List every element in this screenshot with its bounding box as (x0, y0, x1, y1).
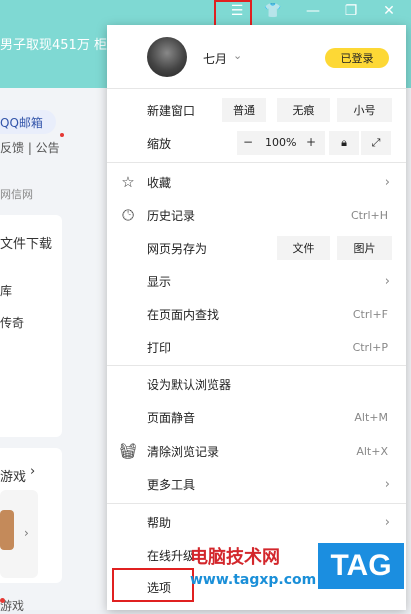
chevron-right-icon: › (384, 476, 390, 492)
divider (107, 88, 406, 89)
divider (107, 365, 406, 366)
mail-chip-label: QQ邮箱 (0, 116, 43, 130)
favorites-label: 收藏 (147, 175, 172, 190)
print-shortcut: Ctrl+P (352, 340, 388, 354)
menu-item-find[interactable]: 在页面内查找 Ctrl+F (107, 298, 406, 330)
more-tools-label: 更多工具 (147, 477, 196, 492)
menu-item-favorites[interactable]: ☆ 收藏 › (107, 166, 406, 198)
history-label: 历史记录 (147, 208, 196, 223)
menu-item-history[interactable]: 🕒︎ 历史记录 Ctrl+H (107, 199, 406, 231)
save-as-label: 网页另存为 (147, 241, 208, 256)
zoom-value: 100% (265, 136, 297, 149)
menu-item-default-browser[interactable]: 设为默认浏览器 (107, 368, 406, 400)
find-shortcut: Ctrl+F (352, 307, 388, 321)
new-window-normal-button[interactable]: 普通 (222, 98, 266, 122)
divider (107, 503, 406, 504)
tag-logo: TAG (318, 543, 404, 589)
mute-shortcut: Alt+M (354, 410, 388, 424)
menu-item-clear-history[interactable]: 🧺︎ 清除浏览记录 Alt+X (107, 435, 406, 467)
basket-icon: 🧺︎ (118, 442, 138, 460)
mail-chip[interactable]: QQ邮箱 (0, 110, 56, 134)
watermark-url: www.tagxp.com (190, 572, 317, 588)
help-label: 帮助 (147, 515, 172, 530)
chevron-right-icon: › (384, 514, 390, 530)
menu-item-display[interactable]: 显示 › (107, 265, 406, 297)
notification-dot (60, 133, 64, 137)
save-file-button[interactable]: 文件 (277, 236, 330, 260)
default-browser-label: 设为默认浏览器 (147, 377, 232, 392)
lock-icon[interactable]: 🔒︎ (329, 131, 359, 155)
download-item-2[interactable]: 传奇 (0, 314, 24, 331)
clear-history-shortcut: Alt+X (356, 444, 388, 458)
games-chevron-icon[interactable]: › (30, 464, 35, 479)
divider (107, 162, 406, 163)
download-card: 文件下载 库 传奇 (0, 215, 62, 437)
close-icon[interactable]: ✕ (374, 0, 404, 22)
star-icon: ☆ (121, 173, 135, 191)
history-shortcut: Ctrl+H (350, 208, 388, 222)
zoom-in-button[interactable]: + (306, 135, 316, 149)
options-highlight (112, 568, 194, 602)
display-label: 显示 (147, 274, 172, 289)
restore-icon[interactable]: ❐ (336, 0, 366, 22)
notification-dot-2 (0, 598, 5, 603)
feedback-links[interactable]: 反馈 | 公告 (0, 139, 60, 156)
games-card: 游戏 › › (0, 448, 62, 583)
new-window-label: 新建窗口 (147, 103, 196, 118)
download-heading[interactable]: 文件下载 (0, 233, 52, 252)
new-window-incognito-button[interactable]: 无痕 (277, 98, 330, 122)
new-window-alt-account-button[interactable]: 小号 (337, 98, 392, 122)
menu-item-help[interactable]: 帮助 › (107, 506, 406, 538)
menu-item-more-tools[interactable]: 更多工具 › (107, 468, 406, 500)
find-label: 在页面内查找 (147, 307, 220, 322)
mute-label: 页面静音 (147, 410, 196, 425)
watermark-title: 电脑技术网 (190, 547, 280, 568)
online-upgrade-label: 在线升级 (147, 548, 196, 563)
shirt-icon[interactable]: 👕 (258, 0, 288, 22)
main-menu: 七月 ⌄ 已登录 新建窗口 普通 无痕 小号 缩放 − 100% + 🔒︎ ⤢ … (107, 25, 406, 610)
banner-headline[interactable]: 男子取现451万 柜 (0, 34, 107, 53)
games-heading[interactable]: 游戏 (0, 466, 26, 485)
save-image-button[interactable]: 图片 (337, 236, 392, 260)
menu-item-print[interactable]: 打印 Ctrl+P (107, 331, 406, 363)
net-label: 网信网 (0, 188, 33, 201)
menu-button-highlight (214, 0, 252, 28)
fullscreen-icon[interactable]: ⤢ (361, 131, 391, 155)
chevron-right-icon: › (24, 526, 29, 540)
zoom-out-button[interactable]: − (243, 135, 253, 149)
print-label: 打印 (147, 340, 172, 355)
user-name[interactable]: 七月 (203, 50, 227, 67)
game-thumbnail[interactable]: › (0, 490, 38, 578)
game-avatar-image (0, 510, 14, 550)
clock-icon: 🕒︎ (122, 206, 134, 224)
clear-history-label: 清除浏览记录 (147, 444, 220, 459)
zoom-label: 缩放 (147, 136, 172, 151)
chevron-down-icon[interactable]: ⌄ (233, 49, 242, 62)
menu-item-mute[interactable]: 页面静音 Alt+M (107, 401, 406, 433)
minimize-icon[interactable]: — (298, 0, 328, 22)
chevron-right-icon: › (384, 174, 390, 190)
download-item-1[interactable]: 库 (0, 282, 12, 299)
chevron-right-icon: › (384, 273, 390, 289)
login-status-button[interactable]: 已登录 (325, 48, 389, 68)
avatar[interactable] (147, 37, 187, 77)
